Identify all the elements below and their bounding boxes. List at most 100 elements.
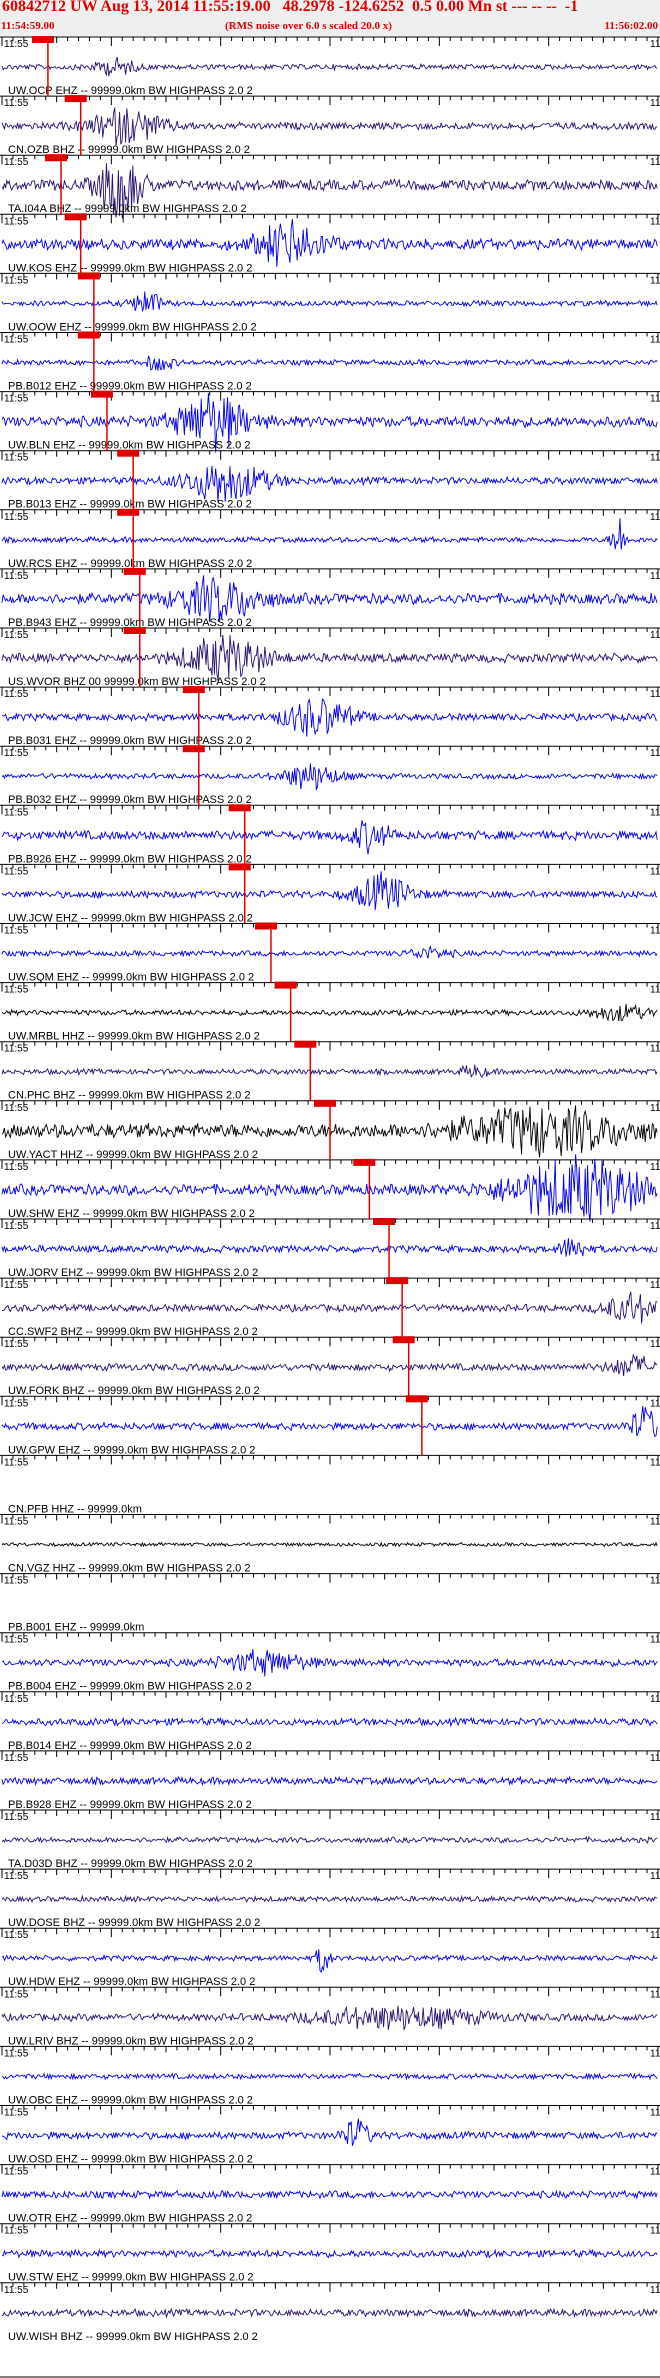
waveform-trace: [1, 944, 658, 960]
trace-panel: 11:55 11: CN.VGZ HHZ -- 99999.0km BW HIGHP…: [0, 1514, 660, 1575]
waveform-trace: [1, 1238, 658, 1257]
phase-pick-marker: [64, 213, 87, 221]
channel-label: UW.SHW EHZ -- 99999.0km BW HIGHPASS 2.0 …: [8, 1208, 255, 1220]
phase-pick-marker: [254, 922, 277, 930]
trace-start-label: 11:55: [4, 2048, 29, 2059]
seismogram-plot: 11:55 11: UW.OCP EHZ -- 99999.0km BW HIGHP…: [0, 36, 660, 2378]
trace-panel: 11:55 11: UW.SQM EHZ -- 99999.0km BW HIGHP…: [0, 923, 660, 984]
waveform-trace: [1, 1949, 658, 1974]
channel-label: UW.STW EHZ -- 99999.0km BW HIGHPASS 2.0 …: [8, 2272, 254, 2284]
trace-start-label: 11:55: [4, 1635, 29, 1646]
trace-panel: 11:55 11: UW.OTR EHZ -- 99999.0km BW HIGHP…: [0, 2164, 660, 2225]
trace-end-label: 11:: [650, 926, 660, 937]
trace-start-label: 11:55: [4, 1457, 29, 1468]
trace-end-label: 11:: [650, 1457, 660, 1468]
waveform-trace: [1, 2072, 658, 2081]
waveform-trace: [1, 697, 658, 737]
trace-start-label: 11:55: [4, 2226, 29, 2237]
waveform-trace: [1, 56, 658, 77]
channel-label: UW.JCW EHZ -- 99999.0km BW HIGHPASS 2.0 …: [8, 912, 253, 924]
channel-label: UW.YACT HHZ -- 99999.0km BW HIGHPASS 2.0…: [8, 1149, 258, 1161]
trace-end-label: 11:: [650, 1694, 660, 1705]
trace-panel: 11:5511:PB.B943 EHZ -- 99999.0km BW HIGH…: [0, 568, 660, 629]
channel-label: US.WVOR BHZ 00 99999.0km BW HIGHPASS 2.0…: [8, 676, 266, 688]
trace-end-label: 11:: [650, 39, 660, 50]
trace-end-label: 11:: [650, 2167, 660, 2178]
channel-label: UW.MRBL HHZ -- 99999.0km BW HIGHPASS 2.0…: [8, 1031, 260, 1043]
trace-panel: 11:55 11: PB.B031 EHZ -- 99999.0km BW HIGH…: [0, 686, 660, 747]
trace-panel: 11:55 11: UW.JCW EHZ -- 99999.0km BW HIGHP…: [0, 863, 660, 924]
trace-end-label: 11:: [650, 1576, 660, 1587]
trace-end-label: 11:: [650, 1989, 660, 2000]
channel-label: CN.OZB BHZ -- 99999.0km BW HIGHPASS 2.0 …: [8, 144, 250, 156]
phase-pick-marker: [294, 1040, 317, 1048]
trace-panel: 11:55 11: UW.HDW EHZ -- 99999.0km BW HIGHP…: [0, 1927, 660, 1988]
trace-panel: 11:55 11: UW.OOW EHZ -- 99999.0km BW HIGHP…: [0, 272, 660, 333]
trace-start-label: 11:55: [4, 1103, 29, 1114]
waveform-trace: [1, 1353, 658, 1377]
waveform-trace: [1, 1541, 658, 1548]
trace-end-label: 11:: [650, 571, 660, 582]
waveform-trace: [1, 219, 658, 267]
trace-end-label: 11:: [650, 1044, 660, 1055]
phase-pick-marker: [386, 1277, 409, 1285]
channel-label: PB.B004 EHZ -- 99999.0km BW HIGHPASS 2.0…: [8, 1681, 252, 1693]
trace-start-label: 11:55: [4, 985, 29, 996]
trace-panel: 11:55 11: UW.DOSE BHZ -- 99999.0km BW HIGH…: [0, 1868, 660, 1929]
trace-start-label: 11:55: [4, 2108, 29, 2119]
phase-pick-marker: [90, 390, 113, 398]
trace-start-label: 11:55: [4, 748, 29, 759]
waveform-trace: [1, 1064, 658, 1079]
trace-start-label: 11:55: [4, 1753, 29, 1764]
phase-pick-marker: [314, 1099, 336, 1107]
trace-start-label: 11:55: [4, 1576, 29, 1587]
trace-start-label: 11:55: [4, 275, 29, 286]
channel-label: CN.VGZ HHZ -- 99999.0km BW HIGHPASS 2.0 …: [8, 1563, 250, 1575]
trace-panel: 11:5511:PB.B013 EHZ -- 99999.0km BW HIGH…: [0, 450, 660, 511]
trace-end-label: 11:: [650, 1930, 660, 1941]
waveform-trace: [1, 820, 658, 855]
trace-panel: 11:55 11: US.WVOR BHZ 00 99999.0km BW HIGH…: [0, 627, 660, 688]
trace-panel: 11:5511:UW.BLN EHZ -- 99999.0km BW HIGHP…: [0, 391, 660, 453]
channel-label: PB.B012 EHZ -- 99999.0km BW HIGHPASS 2.0…: [8, 381, 252, 393]
trace-end-label: 11:: [650, 2285, 660, 2296]
trace-panel: 11:55 11: UW.FORK BHZ -- 99999.0km BW HIGH…: [0, 1336, 660, 1397]
trace-end-label: 11:: [650, 1635, 660, 1646]
trace-end-label: 11:: [650, 1871, 660, 1882]
trace-start-label: 11:55: [4, 926, 29, 937]
channel-label: PB.B031 EHZ -- 99999.0km BW HIGHPASS 2.0…: [8, 735, 252, 747]
channel-label: TA.I04A BHZ -- 99999.0km BW HIGHPASS 2.0…: [8, 203, 247, 215]
trace-panel: 11:55 11: UW.MRBL HHZ -- 99999.0km BW HIGH…: [0, 982, 660, 1043]
phase-pick-marker: [392, 1336, 415, 1344]
trace-start-label: 11:55: [4, 1162, 29, 1173]
trace-panel: 11:55 11: PB.B012 EHZ -- 99999.0km BW HIGH…: [0, 332, 660, 393]
trace-panel: 11:55 11: UW.KOS EHZ -- 99999.0km BW HIGHP…: [0, 213, 660, 274]
trace-start-label: 11:55: [4, 807, 29, 818]
trace-end-label: 11:: [650, 394, 660, 405]
phase-pick-marker: [182, 686, 205, 694]
trace-start-label: 11:55: [4, 1930, 29, 1941]
channel-label: UW.DOSE BHZ -- 99999.0km BW HIGHPASS 2.0…: [8, 1917, 260, 1929]
phase-pick-marker: [117, 508, 140, 516]
trace-end-label: 11:: [650, 1280, 660, 1291]
channel-label: UW.OCP EHZ -- 99999.0km BW HIGHPASS 2.0 …: [8, 85, 253, 97]
channel-label: TA.D03D BHZ -- 99999.0km BW HIGHPASS 2.0…: [8, 1858, 253, 1870]
waveform-trace: [1, 871, 658, 911]
trace-end-label: 11:: [650, 512, 660, 523]
phase-pick-marker: [373, 1218, 396, 1225]
trace-end-label: 11:: [650, 2226, 660, 2237]
trace-start-label: 11:55: [4, 1280, 29, 1291]
trace-end-label: 11:: [650, 985, 660, 996]
channel-label: CC.SWF2 BHZ -- 99999.0km BW HIGHPASS 2.0…: [8, 1326, 258, 1338]
channel-label: PB.B014 EHZ -- 99999.0km BW HIGHPASS 2.0…: [8, 1740, 252, 1752]
phase-pick-marker: [77, 331, 100, 339]
waveform-trace: [1, 2189, 658, 2200]
trace-start-label: 11:55: [4, 394, 29, 405]
trace-end-label: 11:: [650, 2048, 660, 2059]
waveform-trace: [1, 575, 658, 623]
waveform-trace: [1, 465, 658, 503]
waveform-trace: [1, 2118, 658, 2146]
trace-panel: 11:55 11: CN.PHC BHZ -- 99999.0km BW HIGHP…: [0, 1041, 660, 1102]
trace-panel: 11:55 11: UW.LRIV BHZ -- 99999.0km BW HIGH…: [0, 1986, 660, 2047]
trace-panel: 11:55 11: UW.STW EHZ -- 99999.0km BW HIGHP…: [0, 2223, 660, 2284]
